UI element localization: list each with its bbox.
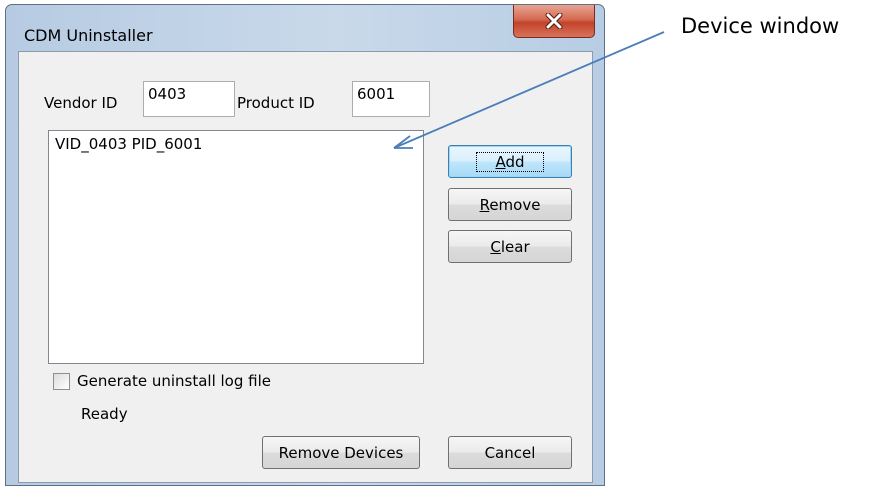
generate-log-checkbox[interactable] (53, 373, 70, 390)
product-id-label: Product ID (237, 94, 315, 112)
list-item[interactable]: VID_0403 PID_6001 (55, 135, 202, 153)
generate-log-label: Generate uninstall log file (77, 372, 271, 390)
remove-button[interactable]: Remove (448, 188, 572, 221)
add-button-label: Add (476, 151, 544, 172)
vendor-id-field[interactable]: 0403 (143, 81, 235, 117)
remove-button-label: Remove (479, 195, 541, 214)
product-id-field[interactable]: 6001 (352, 81, 430, 117)
annotation-label: Device window (681, 14, 840, 38)
remove-devices-button[interactable]: Remove Devices (262, 436, 420, 469)
cdm-uninstaller-window: CDM Uninstaller Vendor ID 0403 Product I… (5, 4, 605, 486)
dialog-client-area: Vendor ID 0403 Product ID 6001 VID_0403 … (18, 51, 593, 483)
add-button[interactable]: Add (448, 145, 572, 178)
status-text: Ready (81, 405, 128, 423)
clear-button[interactable]: Clear (448, 230, 572, 263)
cancel-button[interactable]: Cancel (448, 436, 572, 469)
device-list[interactable]: VID_0403 PID_6001 (48, 130, 424, 364)
close-icon (544, 13, 564, 29)
window-title: CDM Uninstaller (24, 26, 153, 45)
clear-button-label: Clear (490, 237, 530, 256)
vendor-id-label: Vendor ID (44, 94, 118, 112)
close-button[interactable] (513, 5, 595, 38)
